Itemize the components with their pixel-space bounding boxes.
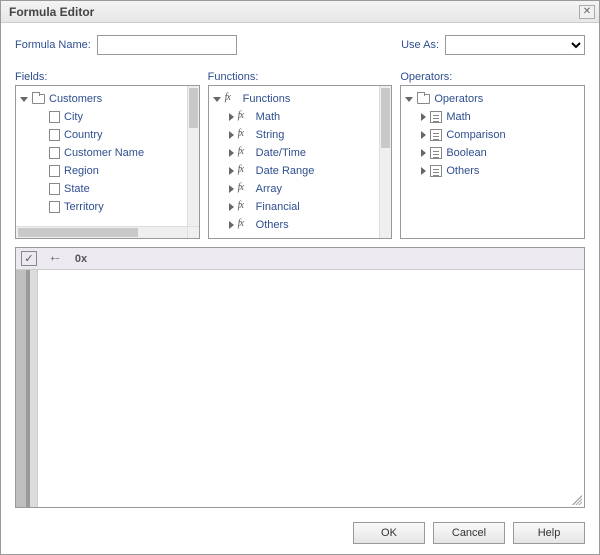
titlebar: Formula Editor ✕ — [1, 1, 599, 23]
functions-root-label: Functions — [243, 93, 291, 105]
functions-header: Functions: — [208, 71, 393, 83]
chevron-down-icon[interactable] — [20, 97, 28, 102]
chevron-right-icon[interactable] — [229, 167, 234, 175]
formula-name-label: Formula Name: — [15, 39, 91, 51]
operators-header: Operators: — [400, 71, 585, 83]
chevron-right-icon[interactable] — [229, 185, 234, 193]
chevron-right-icon[interactable] — [421, 113, 426, 121]
cancel-button[interactable]: Cancel — [433, 522, 505, 544]
chevron-right-icon[interactable] — [229, 149, 234, 157]
chevron-right-icon[interactable] — [229, 113, 234, 121]
operator-category[interactable]: Boolean — [421, 144, 584, 162]
field-item[interactable]: State — [36, 180, 187, 198]
operator-icon — [430, 129, 442, 141]
function-category[interactable]: Date Range — [229, 162, 380, 180]
folder-icon — [32, 94, 45, 104]
fx-icon — [238, 111, 252, 123]
use-as-label: Use As: — [401, 39, 439, 51]
fields-root[interactable]: Customers — [20, 90, 187, 108]
functions-panel: Functions: Functions Math String — [208, 71, 393, 239]
folder-icon — [417, 94, 430, 104]
validate-button[interactable]: ✓ — [20, 251, 38, 267]
close-icon[interactable]: ✕ — [579, 5, 595, 19]
help-button[interactable]: Help — [513, 522, 585, 544]
resize-grip-icon[interactable] — [572, 495, 582, 505]
horizontal-scrollbar[interactable] — [16, 226, 187, 238]
editor-toolbar: ✓ +− 0x — [16, 248, 584, 270]
field-item[interactable]: Territory — [36, 198, 187, 216]
operators-button[interactable]: +− — [46, 251, 64, 267]
dialog-footer: OK Cancel Help — [15, 516, 585, 544]
operator-category[interactable]: Comparison — [421, 126, 584, 144]
chevron-right-icon[interactable] — [229, 221, 234, 229]
function-category[interactable]: Financial — [229, 198, 380, 216]
field-icon — [49, 165, 60, 177]
field-icon — [49, 201, 60, 213]
use-as-select[interactable] — [445, 35, 585, 55]
operator-icon — [430, 111, 442, 123]
vertical-scrollbar[interactable] — [187, 86, 199, 226]
chevron-right-icon[interactable] — [229, 131, 234, 139]
fields-panel: Fields: Customers City Country — [15, 71, 200, 239]
function-category[interactable]: Array — [229, 180, 380, 198]
functions-root[interactable]: Functions — [213, 90, 380, 108]
operators-root-label: Operators — [434, 93, 483, 105]
function-category[interactable]: String — [229, 126, 380, 144]
fx-icon — [238, 147, 252, 159]
fields-header: Fields: — [15, 71, 200, 83]
fx-icon — [238, 219, 252, 231]
editor-gutter — [16, 270, 38, 507]
chevron-right-icon[interactable] — [421, 149, 426, 157]
operators-root[interactable]: Operators — [405, 90, 584, 108]
function-category[interactable]: Math — [229, 108, 380, 126]
formula-name-input[interactable] — [97, 35, 237, 55]
field-item[interactable]: Customer Name — [36, 144, 187, 162]
top-form-row: Formula Name: Use As: — [15, 35, 585, 55]
function-category[interactable]: Others — [229, 216, 380, 234]
chevron-right-icon[interactable] — [229, 203, 234, 211]
field-icon — [49, 147, 60, 159]
chevron-right-icon[interactable] — [421, 131, 426, 139]
operator-category[interactable]: Math — [421, 108, 584, 126]
field-icon — [49, 129, 60, 141]
operators-panel: Operators: Operators Math Comparison — [400, 71, 585, 239]
ok-button[interactable]: OK — [353, 522, 425, 544]
operator-icon — [430, 165, 442, 177]
field-item[interactable]: Region — [36, 162, 187, 180]
field-item[interactable]: City — [36, 108, 187, 126]
chevron-down-icon[interactable] — [405, 97, 413, 102]
fx-icon — [225, 93, 239, 105]
hex-button[interactable]: 0x — [72, 251, 90, 267]
selector-panels: Fields: Customers City Country — [15, 71, 585, 239]
fields-root-label: Customers — [49, 93, 102, 105]
operator-category[interactable]: Others — [421, 162, 584, 180]
formula-textarea[interactable] — [38, 270, 584, 507]
fx-icon — [238, 129, 252, 141]
dialog-title: Formula Editor — [9, 5, 579, 19]
vertical-scrollbar[interactable] — [379, 86, 391, 238]
fx-icon — [238, 183, 252, 195]
formula-editor-dialog: Formula Editor ✕ Formula Name: Use As: F… — [0, 0, 600, 555]
formula-editor-area: ✓ +− 0x — [15, 247, 585, 508]
field-icon — [49, 111, 60, 123]
fx-icon — [238, 201, 252, 213]
field-item[interactable]: Country — [36, 126, 187, 144]
function-category[interactable]: Date/Time — [229, 144, 380, 162]
chevron-down-icon[interactable] — [213, 97, 221, 102]
fx-icon — [238, 165, 252, 177]
chevron-right-icon[interactable] — [421, 167, 426, 175]
operator-icon — [430, 147, 442, 159]
field-icon — [49, 183, 60, 195]
